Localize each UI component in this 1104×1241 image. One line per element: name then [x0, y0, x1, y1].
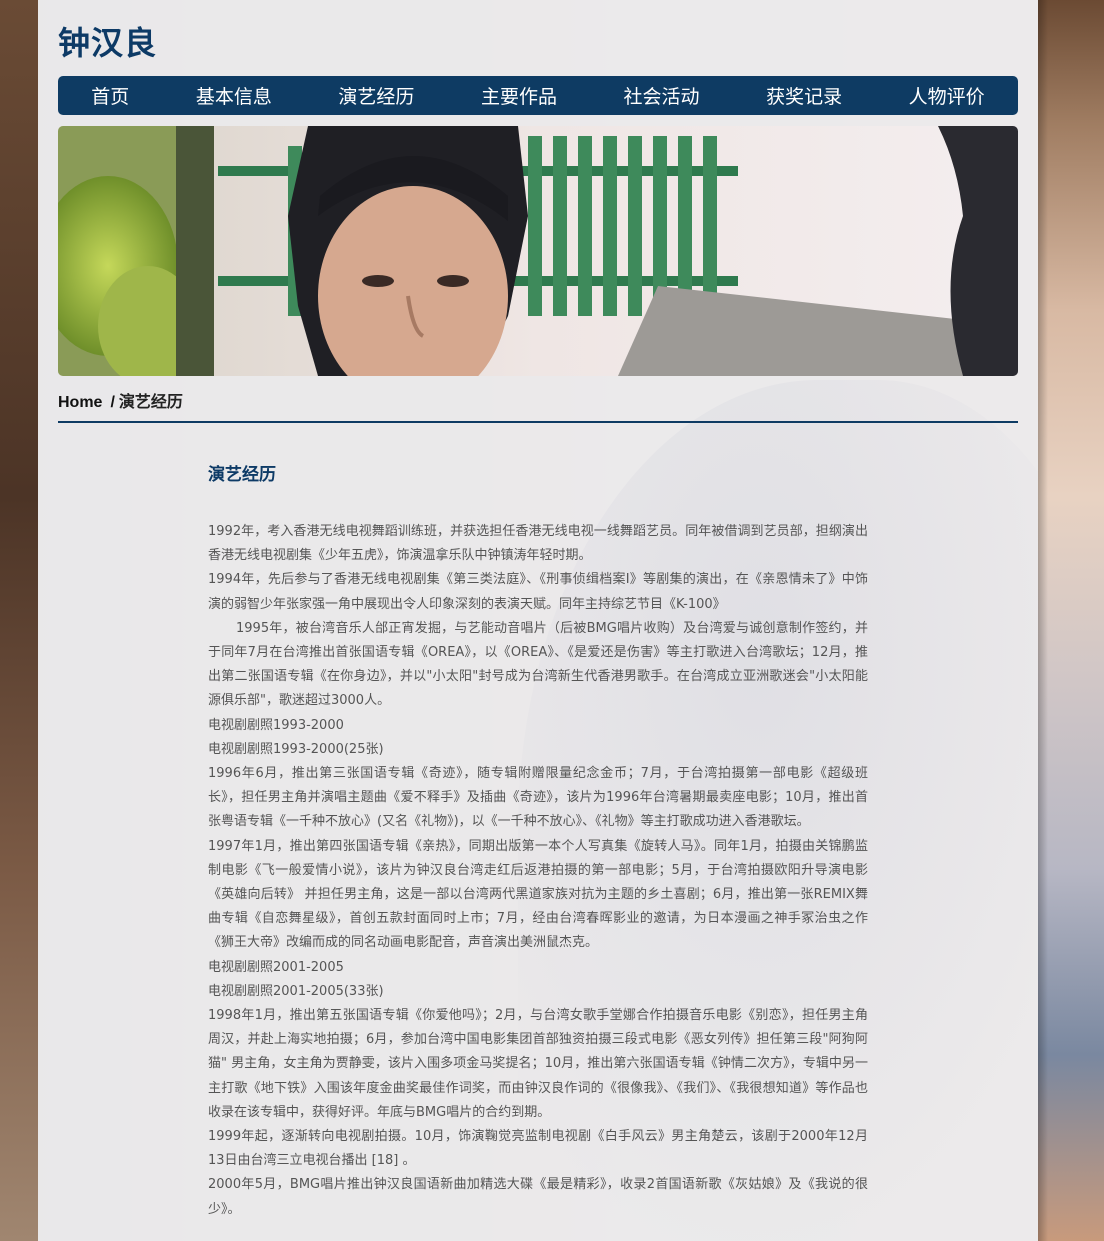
- article-paragraph: 1995年，被台湾音乐人邰正宵发掘，与艺能动音唱片（后被BMG唱片收购）及台湾爱…: [208, 620, 868, 709]
- nav-item-career[interactable]: 演艺经历: [320, 82, 432, 109]
- main-nav: 首页 基本信息 演艺经历 主要作品 社会活动 获奖记录 人物评价: [58, 76, 1018, 115]
- banner-photo: [58, 126, 1018, 376]
- article-content: 演艺经历 1992年，考入香港无线电视舞蹈训练班，并获选担任香港无线电视一线舞蹈…: [208, 460, 868, 1222]
- site-title[interactable]: 钟汉良: [58, 18, 157, 64]
- breadcrumb-separator: /: [110, 394, 115, 411]
- breadcrumb-current: 演艺经历: [118, 394, 183, 411]
- article-paragraph: 1992年，考入香港无线电视舞蹈训练班，并获选担任香港无线电视一线舞蹈艺员。同年…: [208, 524, 868, 564]
- nav-item-awards[interactable]: 获奖记录: [748, 82, 860, 109]
- article-paragraph: 2000年5月，BMG唱片推出钟汉良国语新曲加精选大碟《最是精彩》，收录2首国语…: [208, 1177, 868, 1217]
- photo-album-count-link[interactable]: 电视剧剧照1993-2000(25张): [208, 738, 868, 762]
- photo-album-link[interactable]: 电视剧剧照1993-2000: [208, 714, 868, 738]
- photo-album-link[interactable]: 电视剧剧照2001-2005: [208, 956, 868, 980]
- article-paragraph: 1996年6月，推出第三张国语专辑《奇迹》，随专辑附赠限量纪念金币；7月，于台湾…: [208, 766, 868, 830]
- nav-item-works[interactable]: 主要作品: [463, 82, 575, 109]
- nav-item-basic-info[interactable]: 基本信息: [178, 82, 290, 109]
- page-container: 钟汉良 首页 基本信息 演艺经历 主要作品 社会活动 获奖记录 人物评价 Hom…: [38, 0, 1038, 1241]
- breadcrumb-home-link[interactable]: Home: [58, 394, 102, 411]
- banner-image: [58, 126, 1018, 376]
- breadcrumb: Home / 演艺经历: [58, 388, 1018, 423]
- photo-album-count-link[interactable]: 电视剧剧照2001-2005(33张): [208, 980, 868, 1004]
- background-left: [0, 0, 38, 1241]
- article-paragraph: 1994年，先后参与了香港无线电视剧集《第三类法庭》、《刑事侦缉档案I》等剧集的…: [208, 572, 868, 612]
- nav-item-social[interactable]: 社会活动: [606, 82, 718, 109]
- nav-item-reviews[interactable]: 人物评价: [891, 82, 1003, 109]
- article-paragraph: 1998年1月，推出第五张国语专辑《你爱他吗》；2月，与台湾女歌手堂娜合作拍摄音…: [208, 1008, 868, 1120]
- background-right-photo: [1038, 0, 1104, 1241]
- nav-item-home[interactable]: 首页: [73, 82, 147, 109]
- article-title: 演艺经历: [208, 465, 276, 485]
- article-paragraph: 1997年1月，推出第四张国语专辑《亲热》，同期出版第一本个人写真集《旋转人马》…: [208, 838, 868, 951]
- article-paragraph: 1999年起，逐渐转向电视剧拍摄。10月，饰演鞠觉亮监制电视剧《白手风云》男主角…: [208, 1129, 868, 1169]
